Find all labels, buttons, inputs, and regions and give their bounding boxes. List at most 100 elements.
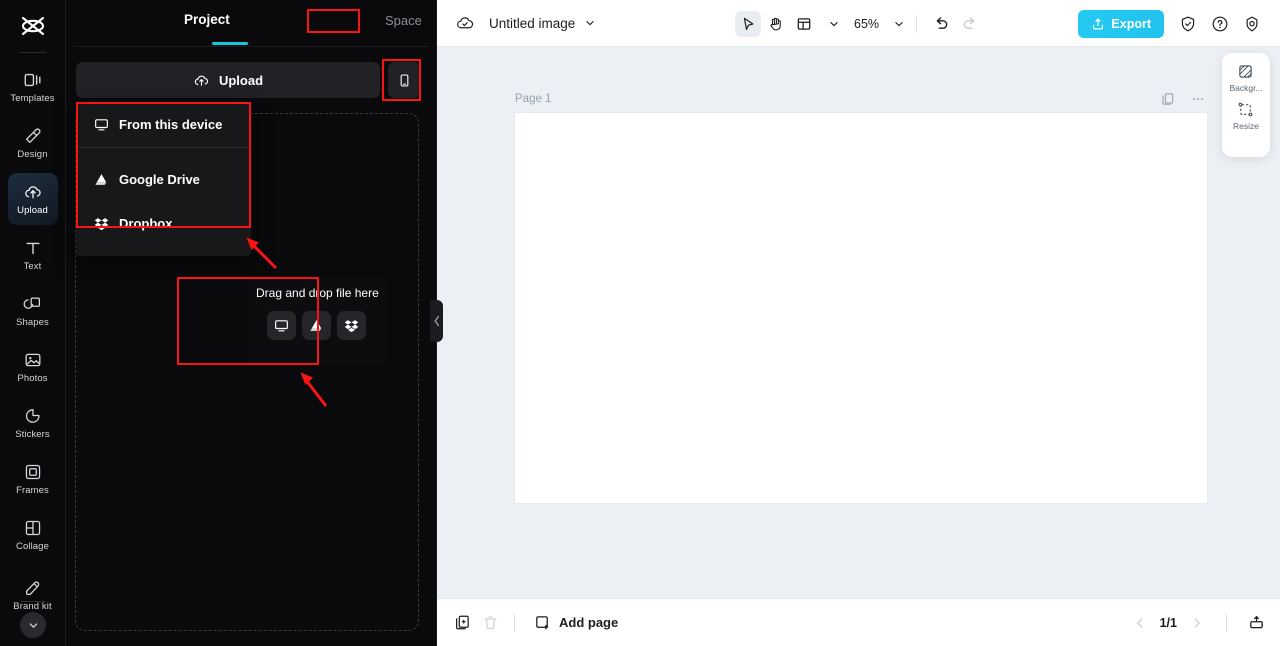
page-header-actions	[1158, 89, 1208, 109]
menu-item-from-this-device[interactable]: From this device	[76, 102, 251, 147]
layout-grid-icon	[797, 17, 811, 30]
sidebar-item-upload[interactable]: Upload	[7, 173, 58, 225]
menu-item-label: Dropbox	[119, 215, 173, 231]
dropbox-icon	[93, 215, 109, 231]
dragbox-device-button[interactable]	[267, 311, 296, 340]
page-label: Page 1	[515, 93, 552, 105]
panel-tab-bar: Project Space	[66, 0, 436, 46]
shield-check-button[interactable]	[1174, 10, 1202, 38]
zoom-level[interactable]: 65%	[854, 17, 882, 31]
upload-cloud-icon	[194, 75, 209, 86]
sidebar-item-collage[interactable]: Collage	[8, 509, 58, 561]
menu-item-dropbox[interactable]: Dropbox	[76, 201, 251, 245]
canvas-float-panel: Backgr... Resize	[1222, 53, 1270, 157]
chevron-down-icon	[895, 21, 903, 26]
next-page-button[interactable]	[1187, 613, 1207, 633]
add-page-label: Add page	[559, 615, 619, 630]
app-root: Templates Design Upload Text Shapes Phot…	[0, 0, 1280, 646]
trash-icon	[484, 616, 496, 630]
chevron-right-icon	[1194, 617, 1200, 628]
sidebar-item-label: Shapes	[16, 316, 49, 328]
hand-tool-button[interactable]	[763, 11, 789, 37]
layout-dropdown[interactable]	[828, 18, 840, 30]
editor-topbar: Untitled image 65% Export	[437, 0, 1280, 47]
collapse-panel-handle[interactable]	[430, 300, 443, 342]
chevron-left-icon	[1136, 617, 1142, 628]
duplicate-page-button-bottom[interactable]	[449, 610, 475, 636]
sidebar-item-label: Collage	[16, 540, 49, 552]
layout-tool-button[interactable]	[791, 11, 817, 37]
rail-divider-bottom	[21, 601, 45, 602]
duplicate-page-button[interactable]	[1158, 89, 1178, 109]
question-circle-icon	[1212, 16, 1228, 31]
present-button[interactable]	[1246, 613, 1266, 633]
rail-bottom-section	[0, 601, 66, 638]
background-icon	[1239, 65, 1253, 78]
stickers-icon	[25, 408, 40, 423]
select-tool-button[interactable]	[735, 10, 761, 37]
cloud-saved-icon	[455, 13, 475, 33]
mobile-phone-icon	[400, 73, 408, 87]
editor-area: Untitled image 65% Export Page 1 Backgr.…	[437, 0, 1280, 646]
undo-icon	[936, 17, 947, 29]
collage-icon	[25, 520, 40, 535]
chevron-down-icon	[586, 21, 594, 26]
document-title[interactable]: Untitled image	[489, 16, 575, 31]
duplicate-page-icon	[1162, 93, 1174, 105]
gear-icon	[1246, 16, 1258, 31]
design-icon	[25, 128, 40, 144]
sidebar-item-frames[interactable]: Frames	[8, 453, 58, 505]
tab-space[interactable]: Space	[379, 11, 428, 30]
chevron-down-icon	[830, 21, 838, 26]
sidebar-item-label: Photos	[17, 372, 48, 384]
menu-item-label: From this device	[119, 117, 223, 132]
cursor-select-icon	[743, 17, 754, 30]
sidebar-item-templates[interactable]: Templates	[8, 61, 58, 113]
capcut-logo-icon[interactable]	[13, 8, 53, 46]
dragbox-google-drive-button[interactable]	[302, 311, 331, 340]
redo-icon	[963, 17, 974, 29]
sidebar-item-shapes[interactable]: Shapes	[8, 285, 58, 337]
export-upload-icon	[1093, 17, 1104, 30]
prev-page-button[interactable]	[1130, 613, 1150, 633]
sidebar-item-label: Frames	[16, 484, 49, 496]
menu-item-google-drive[interactable]: Google Drive	[76, 157, 251, 201]
sidebar-item-design[interactable]: Design	[8, 117, 58, 169]
tab-project[interactable]: Project	[184, 12, 230, 27]
monitor-icon	[275, 320, 288, 332]
help-button[interactable]	[1206, 10, 1234, 38]
dragbox-dropbox-button[interactable]	[337, 311, 366, 340]
background-button[interactable]: Backgr...	[1229, 63, 1263, 93]
bottombar-left-actions: Add page	[449, 610, 618, 636]
zoom-dropdown[interactable]	[893, 18, 905, 30]
present-icon	[1249, 616, 1263, 629]
page-more-button[interactable]	[1188, 89, 1208, 109]
sidebar-item-label: Upload	[17, 204, 48, 216]
resize-button[interactable]: Resize	[1233, 101, 1259, 131]
redo-button[interactable]	[956, 11, 982, 37]
shield-check-icon	[1181, 16, 1195, 31]
document-title-dropdown[interactable]	[584, 17, 596, 29]
delete-page-button[interactable]	[477, 610, 503, 636]
text-icon	[25, 242, 40, 254]
undo-button[interactable]	[928, 11, 954, 37]
editor-bottombar: Add page 1/1	[437, 598, 1280, 646]
upload-button[interactable]: Upload	[76, 62, 380, 98]
mobile-upload-button[interactable]	[388, 62, 420, 98]
more-horizontal-icon	[1193, 98, 1203, 100]
bottombar-divider-right	[1226, 613, 1227, 632]
add-page-button[interactable]: Add page	[534, 614, 618, 631]
upload-cloud-icon	[24, 186, 41, 199]
sidebar-item-text[interactable]: Text	[8, 229, 58, 281]
page-canvas[interactable]	[515, 113, 1207, 503]
dropbox-icon	[344, 320, 359, 333]
sidebar-item-label: Templates	[10, 92, 55, 104]
settings-button[interactable]	[1238, 10, 1266, 38]
export-button-label: Export	[1111, 16, 1151, 31]
sidebar-item-photos[interactable]: Photos	[8, 341, 58, 393]
canvas-area[interactable]: Page 1 Backgr... Resize	[437, 47, 1280, 598]
sidebar-item-stickers[interactable]: Stickers	[8, 397, 58, 449]
export-button[interactable]: Export	[1078, 9, 1164, 38]
menu-spacer	[76, 148, 251, 157]
expand-sidebar-button[interactable]	[20, 612, 46, 638]
